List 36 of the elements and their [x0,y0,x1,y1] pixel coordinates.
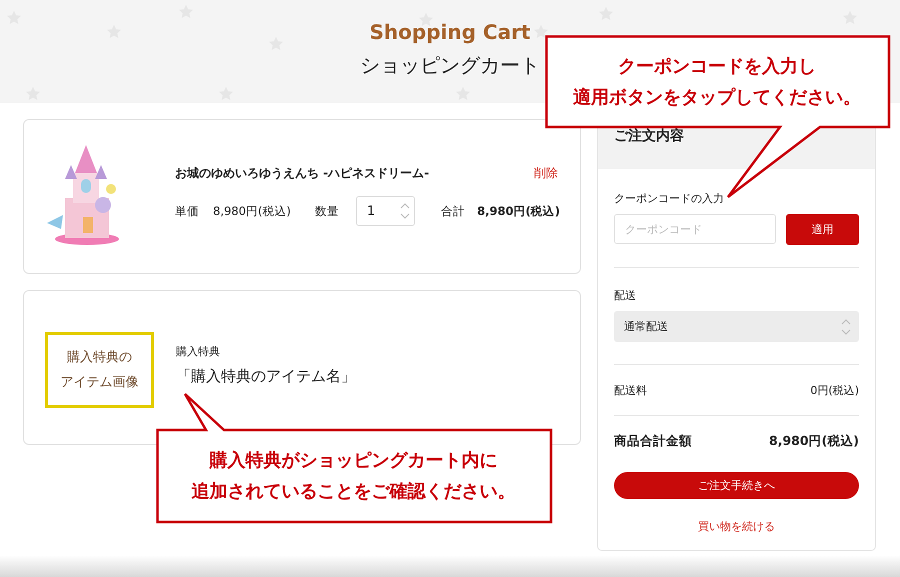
total-label: 合計 [441,204,466,218]
quantity-label: 数量 [314,204,339,218]
placeholder-text: アイテム画像 [60,374,138,392]
chevron-updown-icon [841,318,851,336]
summary-value: 0円(税込) [810,382,859,398]
delete-link[interactable]: 削除 [534,165,558,182]
chevron-updown-icon [400,202,410,220]
summary-label: 商品合計金額 [614,432,692,450]
page-title: ショッピングカート [360,52,540,78]
summary-label: 配送料 [614,382,647,398]
callout-text: 追加されていることをご確認ください。 [192,480,516,504]
apply-button[interactable]: 適用 [786,214,859,245]
continue-shopping-link[interactable]: 買い物を続ける [614,519,859,534]
unit-price-label: 単価 [175,204,199,218]
star-icon [218,86,234,102]
coupon-label: クーポンコードの入力 [614,191,725,206]
shipping-label: 配送 [614,288,637,303]
product-name: お城のゆめいろゆうえんち -ハピネスドリーム- [175,165,430,182]
page-title-english: Shopping Cart [370,20,530,44]
callout-text: クーポンコードを入力し [618,54,816,78]
star-icon [533,24,549,40]
placeholder-text: 購入特典の [67,349,132,367]
callout-text: 購入特典がショッピングカート内に [210,449,498,473]
summary-value: 8,980円(税込) [769,432,859,450]
total-price: 8,980円(税込) [477,204,560,218]
checkout-button[interactable]: ご注文手続きへ [614,472,859,499]
bonus-item-name: 「購入特典のアイテム名」 [176,367,356,386]
shipping-select[interactable]: 通常配送 [614,311,859,342]
quantity-field[interactable]: 1 [356,196,416,226]
bonus-label: 購入特典 [176,344,221,359]
unit-price: 8,980円(税込) [213,204,291,218]
star-icon [455,86,471,102]
order-summary-title: ご注文内容 [614,127,684,145]
callout-text: 適用ボタンをタップしてください。 [573,86,861,110]
star-icon [25,86,41,102]
coupon-field[interactable]: クーポンコード [614,214,776,244]
